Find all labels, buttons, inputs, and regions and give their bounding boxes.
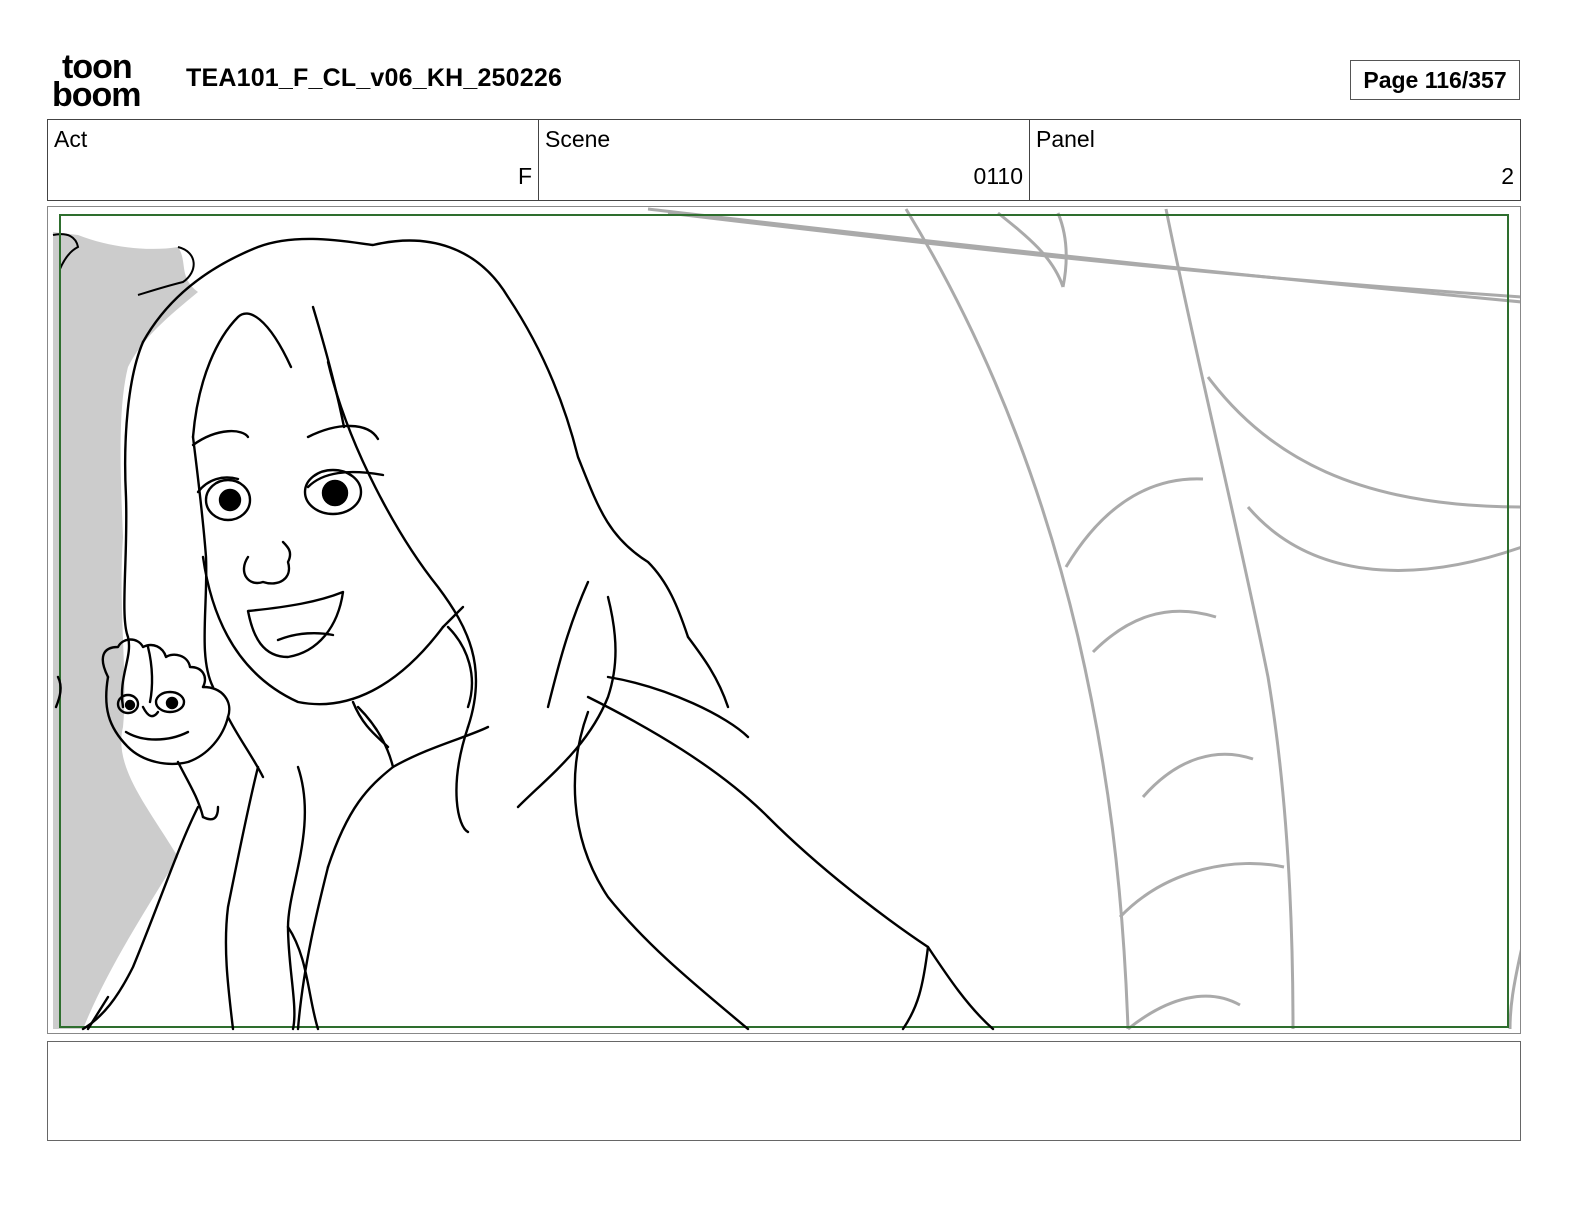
panel-drawing (52, 207, 1520, 1031)
act-label: Act (54, 126, 88, 152)
page-indicator: Page 116/357 (1350, 60, 1520, 100)
act-value: F (517, 163, 532, 189)
panel-label: Panel (1036, 126, 1095, 152)
panel-cell: Panel 2 (1030, 120, 1520, 200)
logo-word-bottom: boom (52, 76, 142, 114)
storyboard-panel (47, 206, 1521, 1034)
scene-value: 0110 (973, 163, 1023, 189)
info-row: Act F Scene 0110 Panel 2 (47, 119, 1521, 201)
character-drawing (54, 237, 995, 1031)
act-cell: Act F (48, 120, 539, 200)
panel-notes-box (47, 1041, 1521, 1141)
panel-value: 2 (1501, 163, 1514, 189)
background-lines (647, 207, 1520, 1031)
scene-label: Scene (545, 126, 611, 152)
toon-boom-logo: toon boom (52, 50, 164, 114)
scene-cell: Scene 0110 (539, 120, 1030, 200)
document-title: TEA101_F_CL_v06_KH_250226 (186, 64, 563, 92)
